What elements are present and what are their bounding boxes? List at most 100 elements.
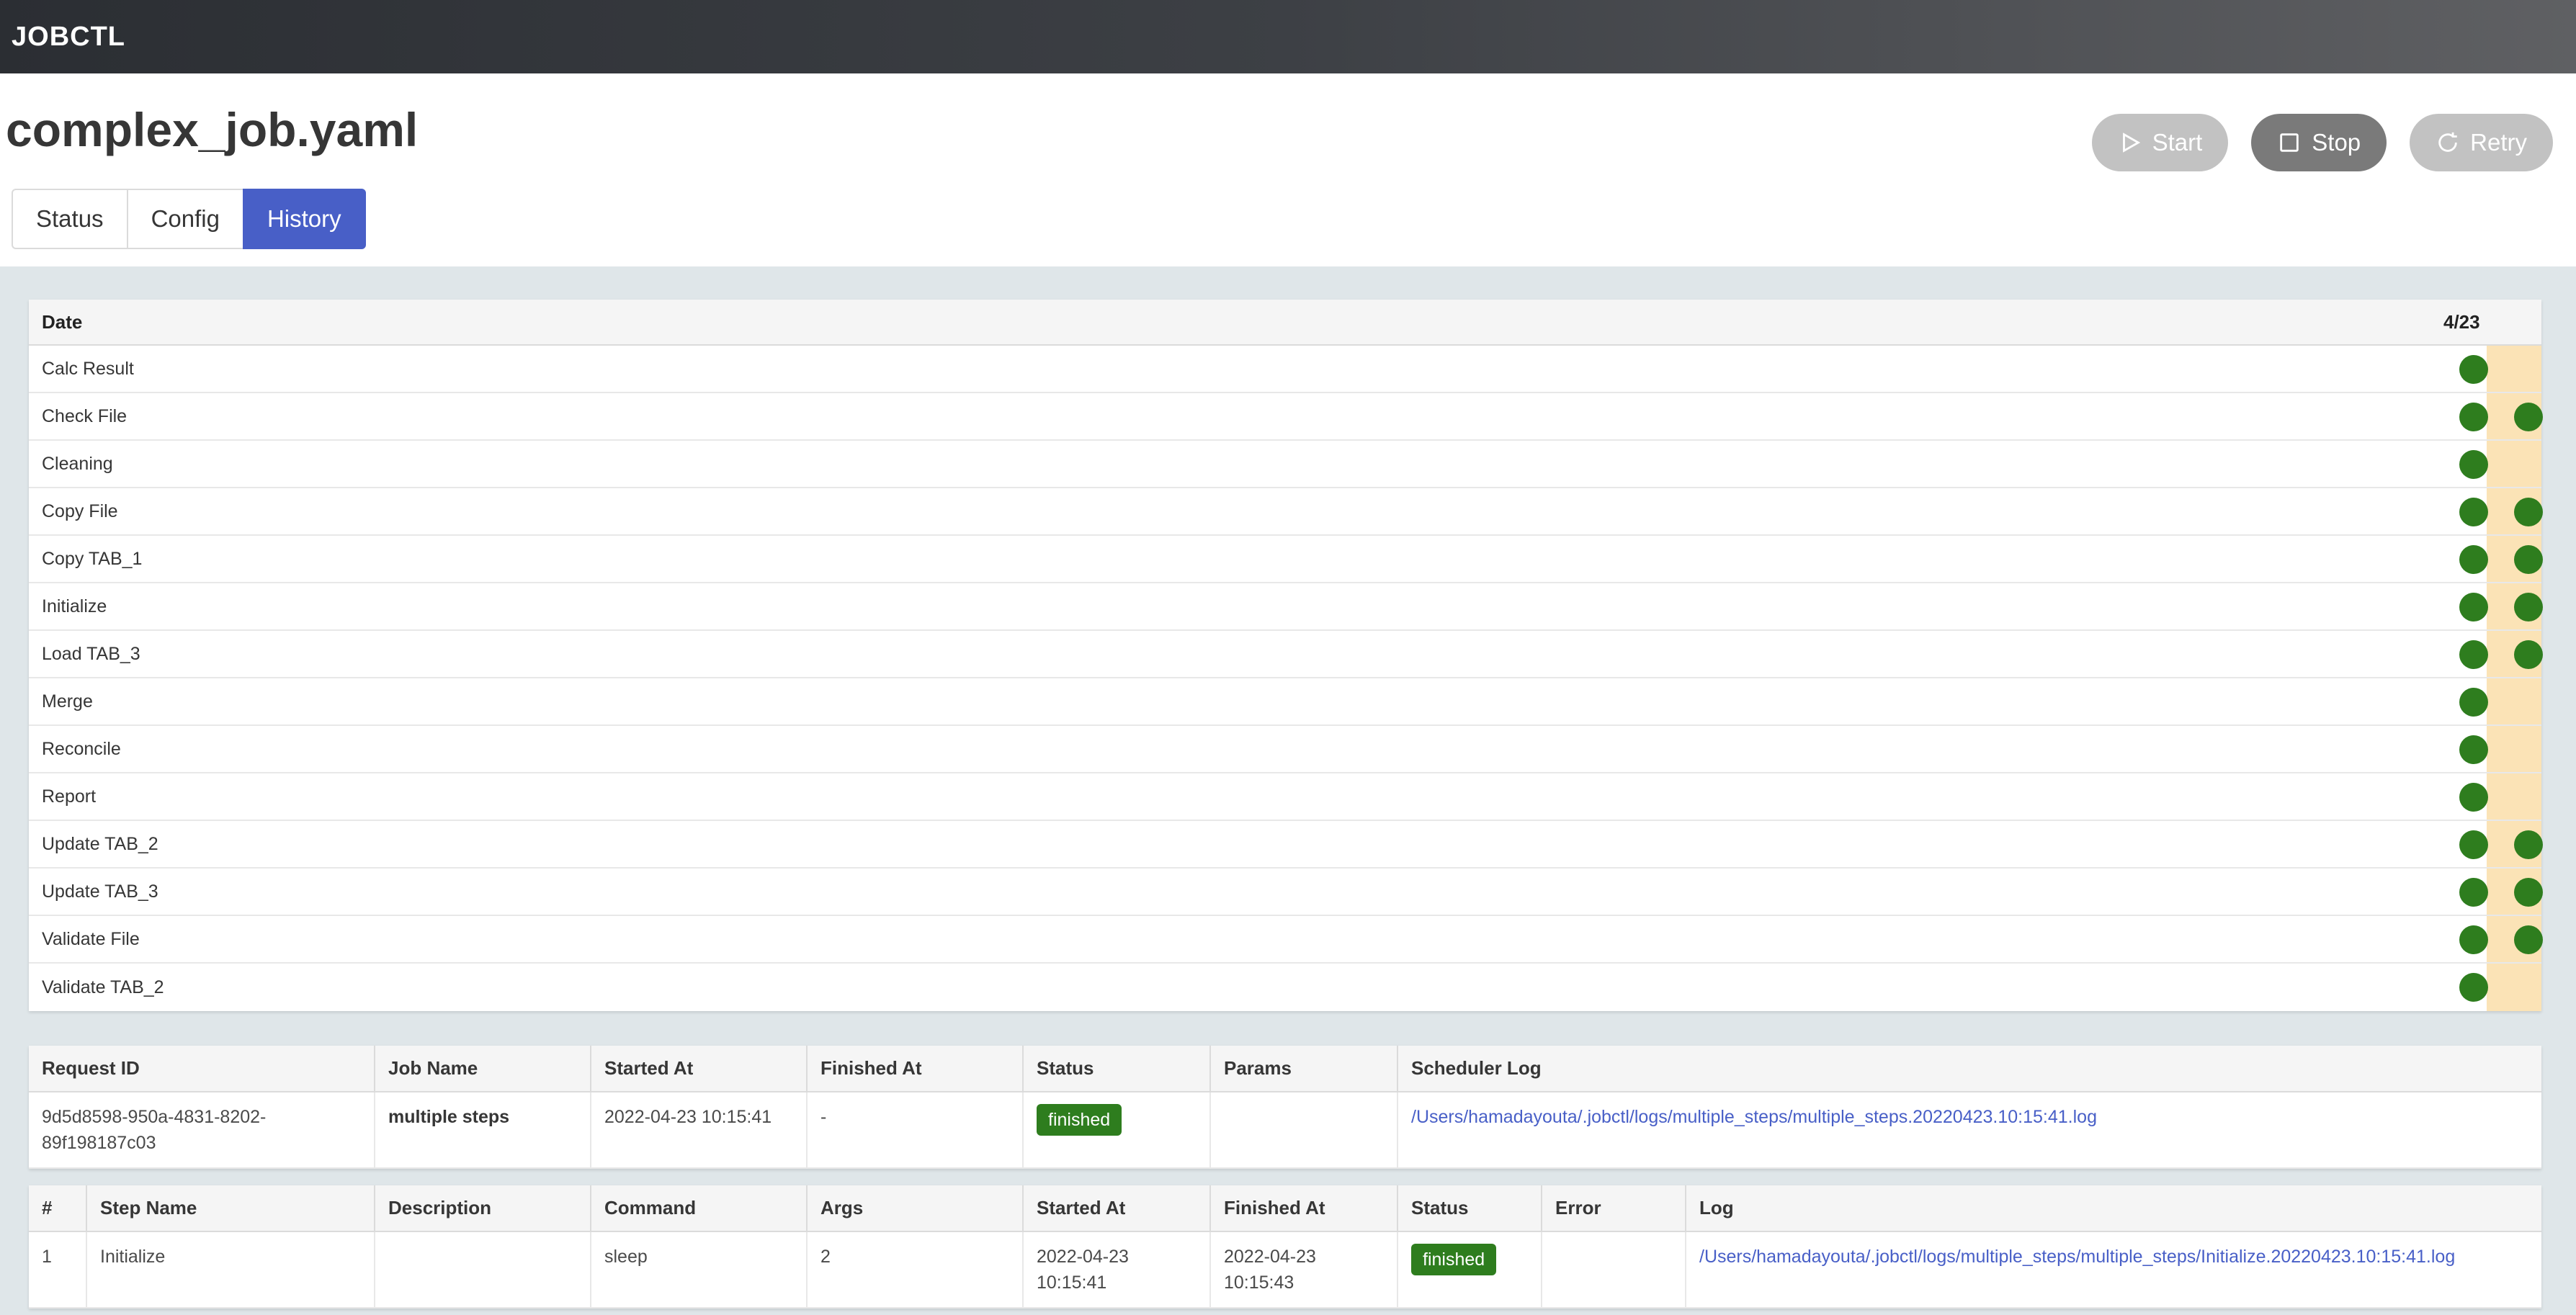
retry-button-label: Retry bbox=[2470, 129, 2527, 156]
status-dot[interactable] bbox=[2459, 735, 2488, 764]
steps-table-header: # Step Name Description Command Args Sta… bbox=[29, 1185, 2541, 1232]
top-navbar: JOBCTL bbox=[0, 0, 2576, 73]
step-args: 2 bbox=[807, 1231, 1024, 1309]
page-title: complex_job.yaml bbox=[6, 103, 419, 156]
table-row: 1 Initialize sleep 2 2022-04-23 10:15:41… bbox=[29, 1231, 2541, 1309]
step-label: Check File bbox=[42, 405, 128, 426]
col-step-status: Status bbox=[1397, 1185, 1542, 1232]
retry-button[interactable]: Retry bbox=[2410, 114, 2553, 171]
col-finished-at: Finished At bbox=[807, 1046, 1024, 1092]
job-tabs: Status Config History bbox=[12, 189, 366, 249]
col-command: Command bbox=[591, 1185, 808, 1232]
step-label: Update TAB_3 bbox=[42, 881, 158, 902]
scheduler-log-link[interactable]: /Users/hamadayouta/.jobctl/logs/multiple… bbox=[1411, 1107, 2097, 1127]
status-badge: finished bbox=[1411, 1244, 1497, 1275]
col-params: Params bbox=[1210, 1046, 1398, 1092]
started-at: 2022-04-23 10:15:41 bbox=[591, 1092, 808, 1169]
step-label: Initialize bbox=[42, 596, 107, 616]
col-started-at: Started At bbox=[591, 1046, 808, 1092]
grid-row: Load TAB_3 bbox=[29, 631, 2543, 678]
grid-row: Calc Result bbox=[29, 346, 2541, 393]
date-column-label: 4/23 bbox=[2443, 310, 2480, 333]
tab-history[interactable]: History bbox=[242, 189, 366, 249]
grid-header: Date 4/23 bbox=[29, 300, 2541, 346]
stop-button[interactable]: Stop bbox=[2251, 114, 2387, 171]
step-label: Merge bbox=[42, 691, 93, 712]
status-dot[interactable] bbox=[2514, 545, 2543, 574]
params bbox=[1210, 1092, 1398, 1169]
col-description: Description bbox=[375, 1185, 591, 1232]
grid-row: Update TAB_3 bbox=[29, 869, 2543, 916]
status-badge: finished bbox=[1037, 1104, 1122, 1136]
status-dot[interactable] bbox=[2459, 878, 2488, 907]
step-started-at: 2022-04-23 10:15:41 bbox=[1023, 1231, 1211, 1309]
grid-row: Check File bbox=[29, 393, 2543, 441]
steps-table-card: # Step Name Description Command Args Sta… bbox=[29, 1185, 2541, 1309]
step-label: Load TAB_3 bbox=[42, 643, 140, 664]
col-num: # bbox=[29, 1185, 87, 1232]
request-table-card: Request ID Job Name Started At Finished … bbox=[29, 1046, 2541, 1169]
step-label: Update TAB_2 bbox=[42, 833, 158, 854]
status-dot[interactable] bbox=[2514, 830, 2543, 859]
status-dot[interactable] bbox=[2459, 688, 2488, 717]
grid-row: Copy TAB_1 bbox=[29, 536, 2543, 583]
request-table: Request ID Job Name Started At Finished … bbox=[29, 1046, 2541, 1169]
job-actions: Start Stop Retry bbox=[2091, 114, 2553, 171]
job-header: complex_job.yaml Status Config History S… bbox=[0, 73, 2576, 266]
job-name: multiple steps bbox=[375, 1092, 591, 1169]
step-status-cell: finished bbox=[1397, 1231, 1542, 1309]
scheduler-log-cell: /Users/hamadayouta/.jobctl/logs/multiple… bbox=[1397, 1092, 2541, 1169]
status-dot[interactable] bbox=[2459, 498, 2488, 526]
col-step-started-at: Started At bbox=[1023, 1185, 1211, 1232]
date-column-header: Date bbox=[42, 310, 83, 333]
col-step-name: Step Name bbox=[86, 1185, 375, 1232]
grid-row: Reconcile bbox=[29, 726, 2541, 773]
step-label: Cleaning bbox=[42, 453, 113, 474]
step-label: Report bbox=[42, 786, 97, 807]
tab-status[interactable]: Status bbox=[12, 189, 127, 249]
grid-row: Copy File bbox=[29, 488, 2543, 536]
col-error: Error bbox=[1542, 1185, 1686, 1232]
step-log-cell: /Users/hamadayouta/.jobctl/logs/multiple… bbox=[1686, 1231, 2541, 1309]
col-job-name: Job Name bbox=[375, 1046, 591, 1092]
step-error bbox=[1542, 1231, 1686, 1309]
status-dot[interactable] bbox=[2514, 925, 2543, 954]
request-table-header: Request ID Job Name Started At Finished … bbox=[29, 1046, 2541, 1092]
status-dot[interactable] bbox=[2459, 355, 2488, 384]
step-log-link[interactable]: /Users/hamadayouta/.jobctl/logs/multiple… bbox=[1699, 1247, 2455, 1267]
status-dot[interactable] bbox=[2514, 403, 2543, 431]
history-grid: Date 4/23 Calc Result Check File Cleaning C… bbox=[29, 300, 2543, 1011]
status-dot[interactable] bbox=[2459, 450, 2488, 479]
retry-icon bbox=[2438, 132, 2457, 152]
grid-rows: Calc Result Check File Cleaning Copy File Co… bbox=[29, 346, 2543, 1011]
tab-config[interactable]: Config bbox=[126, 189, 243, 249]
brand-logo[interactable]: JOBCTL bbox=[12, 22, 125, 53]
steps-table: # Step Name Description Command Args Sta… bbox=[29, 1185, 2541, 1309]
grid-row: Cleaning bbox=[29, 441, 2541, 488]
step-label: Calc Result bbox=[42, 358, 134, 379]
status-dot[interactable] bbox=[2459, 545, 2488, 574]
status-dot[interactable] bbox=[2459, 640, 2488, 669]
status-dot[interactable] bbox=[2459, 925, 2488, 954]
step-label: Copy TAB_1 bbox=[42, 548, 143, 569]
grid-row: Update TAB_2 bbox=[29, 821, 2543, 869]
step-label: Reconcile bbox=[42, 738, 121, 759]
grid-row: Report bbox=[29, 773, 2541, 821]
status-dot[interactable] bbox=[2514, 498, 2543, 526]
status-dot[interactable] bbox=[2514, 640, 2543, 669]
status-dot[interactable] bbox=[2459, 783, 2488, 812]
step-finished-at: 2022-04-23 10:15:43 bbox=[1210, 1231, 1398, 1309]
start-button[interactable]: Start bbox=[2091, 114, 2229, 171]
stop-button-label: Stop bbox=[2312, 129, 2361, 156]
step-label: Validate File bbox=[42, 928, 140, 949]
table-row: 9d5d8598-950a-4831-8202-89f198187c03 mul… bbox=[29, 1092, 2541, 1169]
status-dot[interactable] bbox=[2514, 593, 2543, 621]
play-icon bbox=[2122, 133, 2140, 153]
status-dot[interactable] bbox=[2459, 403, 2488, 431]
step-name: Initialize bbox=[86, 1231, 375, 1309]
status-dot[interactable] bbox=[2514, 878, 2543, 907]
status-dot[interactable] bbox=[2459, 973, 2488, 1002]
stop-icon bbox=[2280, 133, 2299, 152]
status-dot[interactable] bbox=[2459, 830, 2488, 859]
status-dot[interactable] bbox=[2459, 593, 2488, 621]
